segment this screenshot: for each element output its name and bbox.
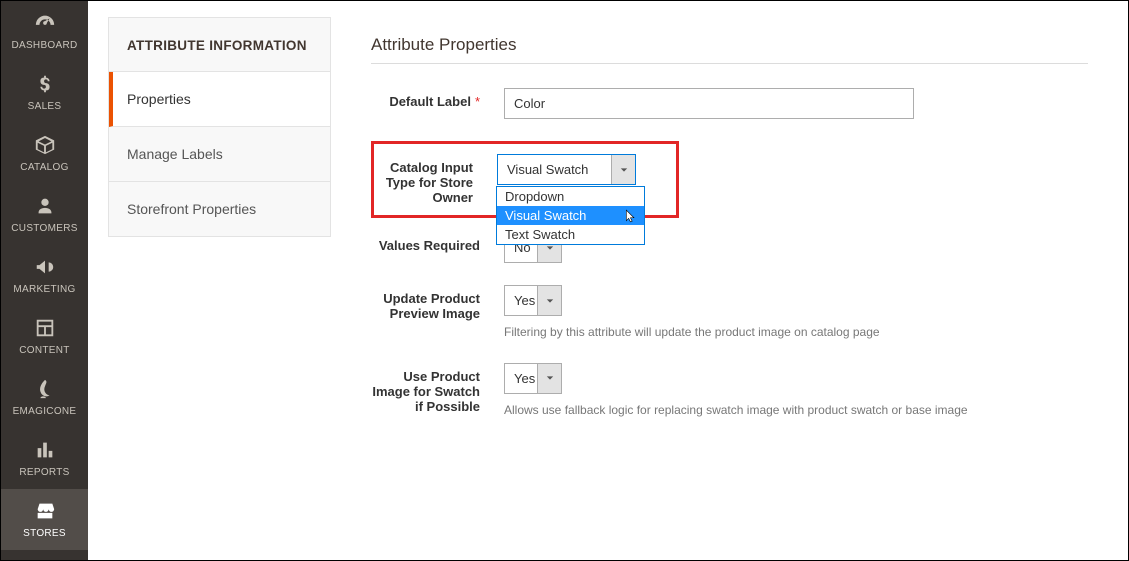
app-frame: DASHBOARD SALES CATALOG CUSTOMERS MARKET… bbox=[0, 0, 1129, 561]
nav-reports[interactable]: REPORTS bbox=[1, 428, 88, 489]
label-text: Default Label bbox=[389, 94, 471, 109]
tab-manage-labels[interactable]: Manage Labels bbox=[109, 127, 330, 182]
field-label: Default Label * bbox=[371, 88, 486, 109]
nav-customers[interactable]: CUSTOMERS bbox=[1, 184, 88, 245]
cursor-icon bbox=[624, 207, 638, 225]
nav-label: CUSTOMERS bbox=[11, 223, 77, 234]
field-hint: Allows use fallback logic for replacing … bbox=[504, 402, 1024, 419]
option-text-swatch[interactable]: Text Swatch bbox=[497, 225, 644, 244]
update-preview-select[interactable]: Yes bbox=[504, 285, 562, 316]
field-catalog-input-type: Catalog Input Type for Store Owner Visua… bbox=[371, 141, 1088, 218]
tab-label: Storefront Properties bbox=[127, 201, 256, 217]
megaphone-icon bbox=[34, 256, 56, 281]
attribute-info-panel: ATTRIBUTE INFORMATION Properties Manage … bbox=[108, 17, 331, 237]
divider bbox=[371, 63, 1088, 64]
nav-catalog[interactable]: CATALOG bbox=[1, 123, 88, 184]
field-label: Catalog Input Type for Store Owner bbox=[384, 154, 479, 205]
tab-storefront-properties[interactable]: Storefront Properties bbox=[109, 182, 330, 236]
select-value: Yes bbox=[505, 364, 537, 393]
label-text: Catalog Input Type for Store Owner bbox=[386, 160, 473, 205]
option-label: Dropdown bbox=[505, 189, 564, 204]
person-icon bbox=[34, 195, 56, 220]
nav-emagicone[interactable]: EMAGICONE bbox=[1, 367, 88, 428]
nav-label: STORES bbox=[23, 528, 66, 539]
option-label: Text Swatch bbox=[505, 227, 575, 242]
fallback-select[interactable]: Yes bbox=[504, 363, 562, 394]
section-heading: Attribute Properties bbox=[371, 35, 1088, 55]
chevron-down-icon[interactable] bbox=[611, 155, 635, 184]
panel-tabs: Properties Manage Labels Storefront Prop… bbox=[109, 72, 330, 236]
field-control bbox=[486, 88, 1088, 119]
nav-label: EMAGICONE bbox=[13, 406, 77, 417]
required-asterisk: * bbox=[475, 94, 480, 109]
field-label: Update Product Preview Image bbox=[371, 285, 486, 321]
storefront-icon bbox=[34, 500, 56, 525]
field-default-label: Default Label * bbox=[371, 88, 1088, 119]
box-icon bbox=[34, 134, 56, 159]
option-visual-swatch[interactable]: Visual Swatch bbox=[497, 206, 644, 225]
main-area: ATTRIBUTE INFORMATION Properties Manage … bbox=[88, 1, 1128, 560]
field-label: Use Product Image for Swatch if Possible bbox=[371, 363, 486, 414]
chevron-down-icon[interactable] bbox=[537, 364, 561, 393]
field-use-product-image: Use Product Image for Swatch if Possible… bbox=[371, 363, 1088, 419]
layout-icon bbox=[34, 317, 56, 342]
select-value: Visual Swatch bbox=[498, 155, 611, 184]
field-control: Yes Allows use fallback logic for replac… bbox=[486, 363, 1088, 419]
select-value: Yes bbox=[505, 286, 537, 315]
tab-properties[interactable]: Properties bbox=[109, 72, 330, 127]
nav-dashboard[interactable]: DASHBOARD bbox=[1, 1, 88, 62]
leaf-icon bbox=[34, 378, 56, 403]
admin-nav: DASHBOARD SALES CATALOG CUSTOMERS MARKET… bbox=[1, 1, 88, 560]
gauge-icon bbox=[34, 12, 56, 37]
field-update-preview-image: Update Product Preview Image Yes Filteri… bbox=[371, 285, 1088, 341]
nav-stores[interactable]: STORES bbox=[1, 489, 88, 550]
catalog-input-type-dropdown: Dropdown Visual Swatch Text Swatch bbox=[496, 186, 645, 245]
dollar-icon bbox=[34, 73, 56, 98]
field-label: Values Required bbox=[371, 232, 486, 253]
nav-label: CONTENT bbox=[19, 345, 69, 356]
panel-title: ATTRIBUTE INFORMATION bbox=[109, 18, 330, 72]
default-label-input[interactable] bbox=[504, 88, 914, 119]
nav-sales[interactable]: SALES bbox=[1, 62, 88, 123]
field-values-required: Values Required No bbox=[371, 232, 1088, 263]
callout-highlight: Catalog Input Type for Store Owner Visua… bbox=[371, 141, 679, 218]
option-label: Visual Swatch bbox=[505, 208, 586, 223]
field-hint: Filtering by this attribute will update … bbox=[504, 324, 1024, 341]
nav-label: SALES bbox=[28, 101, 62, 112]
option-dropdown[interactable]: Dropdown bbox=[497, 187, 644, 206]
nav-label: MARKETING bbox=[13, 284, 75, 295]
field-control: Yes Filtering by this attribute will upd… bbox=[486, 285, 1088, 341]
nav-label: DASHBOARD bbox=[11, 40, 77, 51]
nav-label: REPORTS bbox=[19, 467, 69, 478]
tab-label: Manage Labels bbox=[127, 146, 223, 162]
nav-content[interactable]: CONTENT bbox=[1, 306, 88, 367]
attribute-properties-form: Attribute Properties Default Label * Cata… bbox=[371, 17, 1118, 560]
nav-marketing[interactable]: MARKETING bbox=[1, 245, 88, 306]
bar-chart-icon bbox=[34, 439, 56, 464]
catalog-input-type-select[interactable]: Visual Swatch bbox=[497, 154, 636, 185]
tab-label: Properties bbox=[127, 91, 191, 107]
nav-label: CATALOG bbox=[20, 162, 68, 173]
chevron-down-icon[interactable] bbox=[537, 286, 561, 315]
